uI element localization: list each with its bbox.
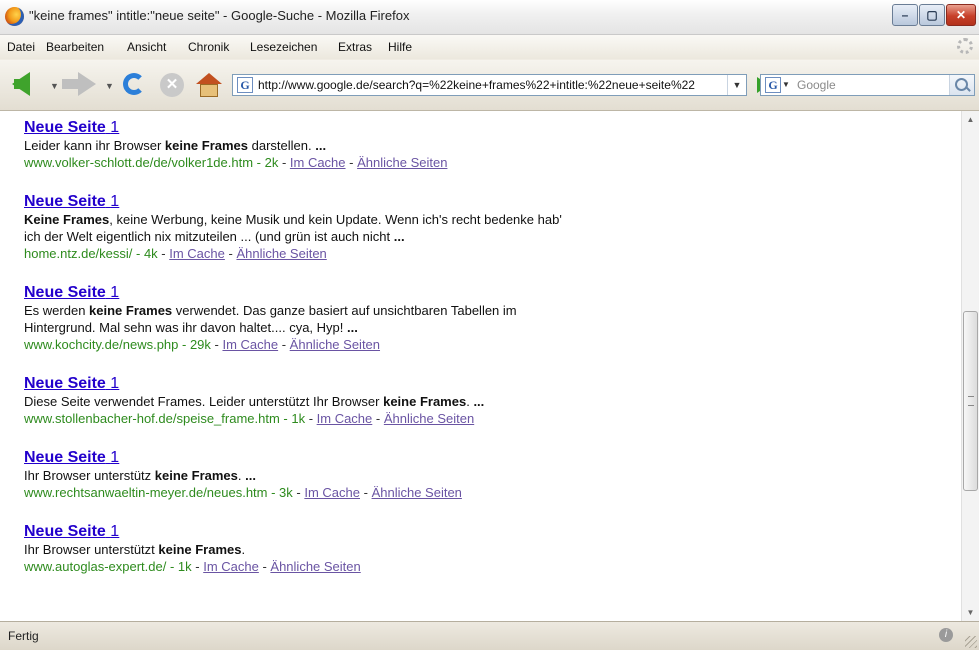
- search-input[interactable]: Google: [797, 78, 836, 92]
- result-meta: www.autoglas-expert.de/ - 1k - Im Cache …: [24, 559, 361, 574]
- resize-grip-icon[interactable]: [965, 636, 977, 648]
- result-snippet: Keine Frames, keine Werbung, keine Musik…: [24, 212, 562, 244]
- status-text: Fertig: [8, 629, 39, 643]
- navigation-toolbar: ▼ ▼ ✕ G http://www.google.de/search?q=%2…: [0, 60, 979, 111]
- search-button[interactable]: [949, 75, 974, 95]
- menu-ansicht[interactable]: Ansicht: [127, 40, 166, 54]
- search-result: Neue Seite 1 Diese Seite verwendet Frame…: [24, 374, 724, 427]
- result-snippet: Ihr Browser unterstützt keine Frames.: [24, 542, 246, 557]
- result-url: www.autoglas-expert.de/ - 1k: [24, 559, 192, 574]
- result-meta: www.rechtsanwaeltin-meyer.de/neues.htm -…: [24, 485, 462, 500]
- result-meta: www.kochcity.de/news.php - 29k - Im Cach…: [24, 337, 381, 352]
- result-snippet: Es werden keine Frames verwendet. Das ga…: [24, 303, 517, 335]
- result-meta: www.stollenbacher-hof.de/speise_frame.ht…: [24, 411, 475, 426]
- close-button[interactable]: ✕: [946, 4, 976, 26]
- similar-pages-link[interactable]: Ähnliche Seiten: [357, 155, 447, 170]
- scroll-grip-icon: [968, 396, 974, 406]
- cache-link[interactable]: Im Cache: [304, 485, 360, 500]
- address-bar[interactable]: G http://www.google.de/search?q=%22keine…: [232, 74, 747, 96]
- search-result: Neue Seite 1 Es werden keine Frames verw…: [24, 283, 724, 353]
- activity-throbber-icon: [957, 38, 973, 54]
- google-engine-icon: G: [765, 77, 781, 93]
- menu-datei[interactable]: Datei: [7, 40, 35, 54]
- result-title-link[interactable]: Neue Seite 1: [24, 192, 724, 211]
- result-title-link[interactable]: Neue Seite 1: [24, 374, 724, 393]
- title-bar: "keine frames" intitle:"neue seite" - Go…: [0, 0, 979, 35]
- browser-window: "keine frames" intitle:"neue seite" - Go…: [0, 0, 979, 650]
- scroll-up-arrow-icon[interactable]: ▲: [962, 111, 979, 128]
- menu-bearbeiten[interactable]: Bearbeiten: [46, 40, 104, 54]
- result-title-link[interactable]: Neue Seite 1: [24, 118, 724, 137]
- url-field[interactable]: http://www.google.de/search?q=%22keine+f…: [258, 78, 716, 92]
- result-meta: www.volker-schlott.de/de/volker1de.htm -…: [24, 155, 448, 170]
- minimize-button[interactable]: –: [892, 4, 918, 26]
- engine-dropdown-icon: ▼: [782, 80, 790, 89]
- similar-pages-link[interactable]: Ähnliche Seiten: [372, 485, 462, 500]
- similar-pages-link[interactable]: Ähnliche Seiten: [384, 411, 474, 426]
- search-result: Neue Seite 1 Leider kann ihr Browser kei…: [24, 118, 724, 171]
- search-result: Neue Seite 1 Keine Frames, keine Werbung…: [24, 192, 724, 262]
- menu-bar: Datei Bearbeiten Ansicht Chronik Lesezei…: [0, 35, 979, 59]
- cache-link[interactable]: Im Cache: [317, 411, 373, 426]
- vertical-scrollbar[interactable]: ▲ ▼: [961, 111, 979, 621]
- cache-link[interactable]: Im Cache: [222, 337, 278, 352]
- google-favicon-icon: G: [237, 77, 253, 93]
- result-title-link[interactable]: Neue Seite 1: [24, 522, 724, 541]
- menu-lesezeichen[interactable]: Lesezeichen: [250, 40, 317, 54]
- forward-history-dropdown-icon[interactable]: ▼: [105, 81, 114, 91]
- menu-hilfe[interactable]: Hilfe: [388, 40, 412, 54]
- similar-pages-link[interactable]: Ähnliche Seiten: [270, 559, 360, 574]
- cache-link[interactable]: Im Cache: [290, 155, 346, 170]
- result-title-link[interactable]: Neue Seite 1: [24, 283, 724, 302]
- back-arrow-icon[interactable]: [12, 72, 30, 96]
- cache-link[interactable]: Im Cache: [169, 246, 225, 261]
- search-result: Neue Seite 1 Ihr Browser unterstützt kei…: [24, 522, 724, 575]
- result-url: www.volker-schlott.de/de/volker1de.htm -…: [24, 155, 279, 170]
- status-bar: Fertig i: [0, 621, 979, 650]
- search-bar[interactable]: G ▼ Google: [760, 74, 975, 96]
- result-title-link[interactable]: Neue Seite 1: [24, 448, 724, 467]
- result-meta: home.ntz.de/kessi/ - 4k - Im Cache - Ähn…: [24, 246, 327, 261]
- firefox-logo-icon: [5, 7, 24, 26]
- page-content: Neue Seite 1 Leider kann ihr Browser kei…: [0, 111, 961, 621]
- forward-arrow-icon[interactable]: [62, 72, 96, 96]
- reload-icon[interactable]: [123, 73, 145, 95]
- menu-extras[interactable]: Extras: [338, 40, 372, 54]
- back-history-dropdown-icon[interactable]: ▼: [50, 81, 59, 91]
- home-icon[interactable]: [196, 73, 222, 97]
- result-snippet: Leider kann ihr Browser keine Frames dar…: [24, 138, 327, 153]
- result-url: www.kochcity.de/news.php - 29k: [24, 337, 211, 352]
- scroll-down-arrow-icon[interactable]: ▼: [962, 604, 979, 621]
- menu-chronik[interactable]: Chronik: [188, 40, 229, 54]
- result-snippet: Ihr Browser unterstütz keine Frames. ...: [24, 468, 256, 483]
- stop-icon[interactable]: ✕: [160, 73, 184, 97]
- result-url: www.rechtsanwaeltin-meyer.de/neues.htm -…: [24, 485, 293, 500]
- search-result: Neue Seite 1 Ihr Browser unterstütz kein…: [24, 448, 724, 501]
- cache-link[interactable]: Im Cache: [203, 559, 259, 574]
- security-status-icon: i: [939, 628, 953, 642]
- result-url: www.stollenbacher-hof.de/speise_frame.ht…: [24, 411, 306, 426]
- similar-pages-link[interactable]: Ähnliche Seiten: [290, 337, 380, 352]
- search-engine-selector[interactable]: G ▼: [763, 76, 793, 94]
- window-title: "keine frames" intitle:"neue seite" - Go…: [29, 8, 410, 23]
- url-dropdown-icon[interactable]: ▼: [727, 75, 746, 95]
- maximize-button[interactable]: ▢: [919, 4, 945, 26]
- result-snippet: Diese Seite verwendet Frames. Leider unt…: [24, 394, 485, 409]
- result-url: home.ntz.de/kessi/ - 4k: [24, 246, 158, 261]
- scroll-thumb[interactable]: [963, 311, 978, 491]
- similar-pages-link[interactable]: Ähnliche Seiten: [236, 246, 326, 261]
